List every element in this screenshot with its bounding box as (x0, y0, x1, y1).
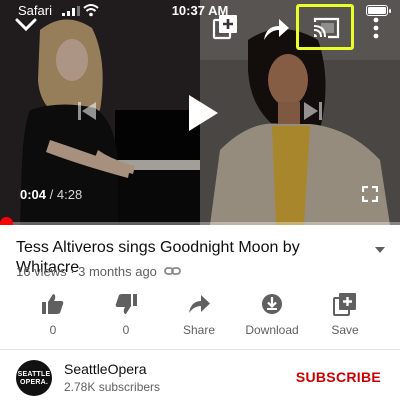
add-to-playlist-icon[interactable] (212, 14, 238, 40)
current-time: 0:04 (20, 187, 47, 202)
save-icon (333, 293, 356, 316)
like-count: 0 (49, 323, 57, 337)
channel-avatar[interactable]: SEATTLE OPERA. (16, 360, 52, 396)
dislike-button[interactable]: 0 (91, 289, 161, 341)
subscribe-button[interactable]: SUBSCRIBE (296, 369, 381, 385)
expand-description-icon[interactable] (374, 246, 386, 254)
avatar-text-bottom: OPERA. (19, 379, 49, 386)
video-player[interactable]: Safari 10:37 AM 0:04 / 4:28 (0, 0, 400, 225)
subscriber-count: 2.78K subscribers (64, 380, 161, 394)
play-icon[interactable] (186, 94, 220, 132)
time-separator: / (46, 187, 57, 202)
channel-name[interactable]: SeattleOpera (64, 361, 147, 377)
download-label: Download (245, 323, 299, 337)
progress-handle[interactable] (0, 217, 13, 225)
chevron-down-icon[interactable] (14, 16, 38, 34)
thumbs-up-icon (42, 294, 64, 314)
dislike-count: 0 (122, 323, 130, 337)
save-button[interactable]: Save (310, 289, 380, 341)
total-time: 4:28 (56, 187, 83, 202)
progress-bar[interactable] (0, 217, 400, 225)
avatar-text-top: SEATTLE (17, 371, 51, 378)
link-icon[interactable] (164, 264, 181, 278)
playback-time: 0:04 / 4:28 (20, 187, 82, 202)
divider (0, 349, 400, 350)
save-label: Save (331, 323, 359, 337)
share-icon[interactable] (262, 16, 290, 42)
skip-previous-icon[interactable] (76, 100, 98, 122)
like-button[interactable]: 0 (18, 289, 88, 341)
download-button[interactable]: Download (237, 289, 307, 341)
video-meta: 16 views · 3 months ago (16, 264, 157, 279)
fullscreen-icon[interactable] (362, 186, 378, 202)
more-vert-icon[interactable] (372, 16, 380, 40)
battery-icon (366, 5, 391, 16)
share-icon (189, 295, 210, 313)
share-label: Share (182, 323, 216, 337)
thumbs-down-icon (115, 294, 137, 314)
download-icon (262, 294, 282, 314)
share-button[interactable]: Share (164, 289, 234, 341)
cast-icon[interactable] (312, 17, 340, 39)
action-bar: 0 0 Share Download Save (0, 289, 400, 341)
skip-next-icon[interactable] (302, 100, 324, 122)
